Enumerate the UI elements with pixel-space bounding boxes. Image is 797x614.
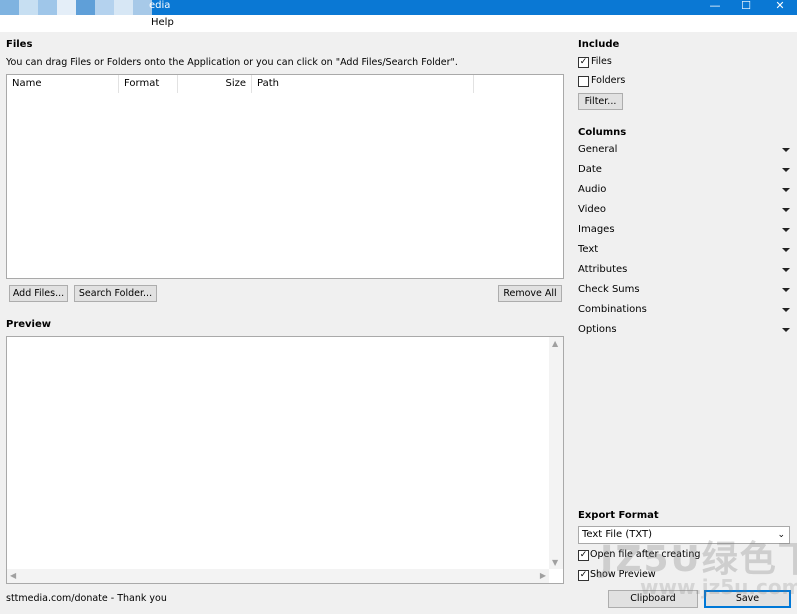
columns-item-label: Text [578, 244, 599, 255]
files-hint: You can drag Files or Folders onto the A… [6, 57, 458, 68]
dropdown-arrow-icon[interactable] [782, 228, 790, 232]
filter-button[interactable]: Filter... [578, 93, 623, 110]
menu-bar [0, 15, 797, 32]
include-files-checkbox[interactable]: ✓ [578, 57, 589, 68]
search-folder-button[interactable]: Search Folder... [74, 285, 157, 302]
include-heading: Include [578, 39, 620, 50]
columns-heading: Columns [578, 127, 627, 138]
columns-item-label: Attributes [578, 264, 628, 275]
status-text[interactable]: sttmedia.com/donate - Thank you [6, 593, 167, 604]
columns-item[interactable]: Attributes [578, 263, 790, 277]
maximize-button[interactable]: ☐ [731, 0, 761, 13]
watermark-url: www.jz5u.com [640, 575, 797, 599]
columns-item-label: Audio [578, 184, 607, 195]
export-format-heading: Export Format [578, 510, 659, 521]
column-header-size[interactable]: Size [178, 75, 252, 93]
column-header-format[interactable]: Format [119, 75, 178, 93]
dropdown-arrow-icon[interactable] [782, 148, 790, 152]
add-files-button[interactable]: Add Files... [9, 285, 68, 302]
dropdown-arrow-icon[interactable] [782, 308, 790, 312]
columns-item-label: Video [578, 204, 607, 215]
close-button[interactable]: ✕ [765, 0, 795, 13]
columns-item[interactable]: Options [578, 323, 790, 337]
columns-item[interactable]: Images [578, 223, 790, 237]
include-files-label[interactable]: Files [591, 56, 612, 67]
open-after-checkbox[interactable]: ✓ [578, 550, 589, 561]
column-header-name[interactable]: Name [7, 75, 119, 93]
columns-item[interactable]: Video [578, 203, 790, 217]
scroll-left-icon[interactable]: ◀ [10, 571, 16, 580]
files-heading: Files [6, 39, 33, 50]
preview-vertical-scrollbar[interactable]: ▲ ▼ [549, 337, 563, 569]
dropdown-arrow-icon[interactable] [782, 268, 790, 272]
columns-item[interactable]: Check Sums [578, 283, 790, 297]
dropdown-arrow-icon[interactable] [782, 248, 790, 252]
scroll-right-icon[interactable]: ▶ [540, 571, 546, 580]
include-folders-label[interactable]: Folders [591, 75, 625, 86]
column-header-path[interactable]: Path [252, 75, 474, 93]
dropdown-arrow-icon[interactable] [782, 168, 790, 172]
columns-item-label: Options [578, 324, 617, 335]
preview-heading: Preview [6, 319, 52, 330]
columns-item-label: Images [578, 224, 615, 235]
checkmark-icon: ✓ [579, 570, 588, 580]
columns-item[interactable]: General [578, 143, 790, 157]
show-preview-checkbox[interactable]: ✓ [578, 570, 589, 581]
minimize-icon: — [709, 0, 721, 12]
maximize-icon: ☐ [741, 0, 751, 12]
columns-item-label: General [578, 144, 618, 155]
preview-horizontal-scrollbar[interactable]: ◀ ▶ [7, 569, 549, 583]
close-icon: ✕ [775, 0, 785, 12]
columns-item[interactable]: Audio [578, 183, 790, 197]
dropdown-arrow-icon[interactable] [782, 188, 790, 192]
checkmark-icon: ✓ [579, 550, 588, 560]
columns-item-label: Date [578, 164, 602, 175]
columns-item[interactable]: Date [578, 163, 790, 177]
file-list[interactable]: Name Format Size Path [6, 74, 564, 279]
remove-all-button[interactable]: Remove All [498, 285, 562, 302]
dropdown-arrow-icon[interactable] [782, 328, 790, 332]
include-folders-checkbox[interactable] [578, 76, 589, 87]
preview-area[interactable]: ▲ ▼ ◀ ▶ [6, 336, 564, 584]
window-title: edia [149, 0, 171, 11]
scroll-down-icon[interactable]: ▼ [552, 558, 558, 567]
columns-item[interactable]: Combinations [578, 303, 790, 317]
dropdown-arrow-icon[interactable] [782, 288, 790, 292]
columns-item[interactable]: Text [578, 243, 790, 257]
dropdown-arrow-icon[interactable] [782, 208, 790, 212]
minimize-button[interactable]: — [700, 0, 730, 13]
checkmark-icon: ✓ [579, 57, 588, 67]
columns-item-label: Check Sums [578, 284, 640, 295]
scroll-up-icon[interactable]: ▲ [552, 339, 558, 348]
menu-help[interactable]: Help [151, 16, 174, 30]
columns-item-label: Combinations [578, 304, 647, 315]
